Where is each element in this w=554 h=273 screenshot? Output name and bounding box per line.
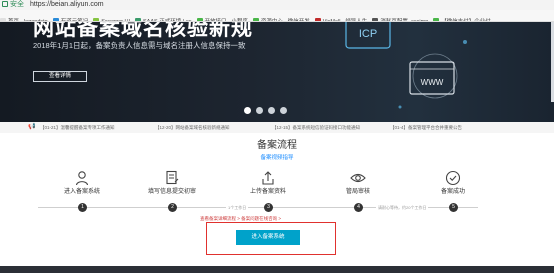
notice-item[interactable]: 【01-4】备案管理平台合并重要公告 (390, 122, 462, 133)
step-number: 2 (168, 203, 177, 212)
step-number: 1 (78, 203, 87, 212)
video-guide-link[interactable]: 备案视频指导 (0, 154, 554, 162)
highlight-box (206, 222, 336, 255)
step-label: 备案成功 (440, 189, 465, 195)
deco-circle (412, 53, 458, 99)
url-text[interactable]: https://beian.aliyun.com (30, 0, 104, 10)
hero-subtitle: 2018年1月1日起，备案负责人信息需与域名注册人信息保持一致 (33, 41, 246, 50)
footer-bar (0, 266, 554, 273)
step-number: 3 (264, 203, 273, 212)
duration-label: 请耐心等待，约20个工作日 (376, 203, 429, 212)
carousel-dot[interactable] (268, 107, 275, 114)
check-icon (445, 170, 461, 186)
bookmarks-bar: 首页 - legendsto 有道云笔记 Swagger UI SAAS 正式环境 |… (0, 10, 554, 22)
icp-illustration: ICP WWW (345, 22, 467, 109)
step-number: 4 (354, 203, 363, 212)
notice-bar: 📢 【01-21】温馨提醒备案专项工作通知 【12-20】网站备案域名核验新规通… (0, 122, 554, 133)
carousel-dot[interactable] (280, 107, 287, 114)
step-label: 填写信息提交初审 (147, 189, 196, 195)
icp-badge-text: ICP (359, 28, 377, 40)
step-label: 上传备案资料 (249, 189, 286, 195)
speaker-icon: 📢 (28, 124, 36, 130)
notice-item[interactable]: 【12-20】网站备案域名核验新规通知 (155, 122, 230, 133)
step-label: 进入备案系统 (63, 189, 100, 195)
carousel-dot[interactable] (244, 107, 251, 114)
form-icon (166, 170, 179, 185)
step-number: 5 (449, 203, 458, 212)
process-links[interactable]: 查看备案详细流程 > 备案问题在线咨询 > (200, 215, 281, 222)
person-icon (75, 171, 89, 186)
www-text: WWW (421, 78, 444, 87)
lock-icon (2, 1, 8, 7)
secure-label: 安全 (10, 1, 24, 8)
hero-banner[interactable]: 网站备案域名核验新规 2018年1月1日起，备案负责人信息需与域名注册人信息保持… (0, 22, 554, 126)
step-label: 管局审核 (345, 189, 370, 195)
view-details-button[interactable]: 查看详情 (33, 71, 87, 82)
notice-item[interactable]: 【01-21】温馨提醒备案专项工作通知 (40, 122, 115, 133)
notice-item[interactable]: 【12-15】备案系统短信验证码接口功能通知 (272, 122, 360, 133)
process-title: 备案流程 (257, 140, 297, 151)
eye-icon (350, 173, 366, 183)
hero-title: 网站备案域名核验新规 (33, 22, 253, 40)
duration-label: 1个工作日 (226, 203, 249, 212)
upload-icon (262, 171, 274, 185)
carousel-dot[interactable] (256, 107, 263, 114)
